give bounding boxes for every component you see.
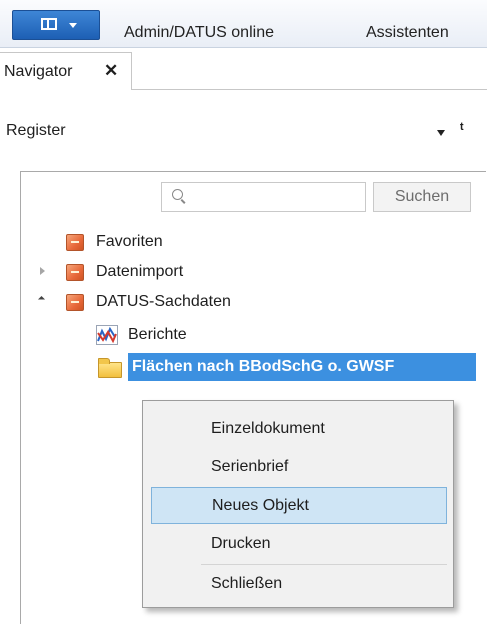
menu-item-neues-objekt[interactable]: Neues Objekt — [151, 487, 447, 524]
close-icon[interactable]: ✕ — [104, 61, 118, 81]
tree-item-label: Favoriten — [96, 233, 163, 250]
menu-item-label: Serienbrief — [211, 458, 289, 475]
menu-item-label: Neues Objekt — [212, 497, 309, 514]
tree-item-flaechen-selected[interactable]: Flächen nach BBodSchG o. GWSF — [128, 353, 476, 381]
context-menu: Einzeldokument Serienbrief Neues Objekt … — [142, 400, 454, 608]
tree-item-label: Datenimport — [96, 263, 184, 280]
tab-strip-divider — [131, 89, 487, 90]
app-menu-button[interactable] — [12, 10, 100, 40]
chevron-down-icon — [69, 23, 77, 28]
pin-icon[interactable]: ᵗ — [460, 121, 463, 139]
tree-item-label: Flächen nach BBodSchG o. GWSF — [132, 358, 395, 375]
app-menu-icon — [41, 18, 57, 30]
tree-item-label: DATUS-Sachdaten — [96, 293, 231, 310]
menu-separator — [201, 564, 447, 565]
tab-assistenten[interactable]: Assistenten — [366, 24, 449, 42]
tab-navigator-label: Navigator — [4, 63, 73, 80]
menu-item-einzeldokument[interactable]: Einzeldokument — [151, 411, 447, 448]
menu-item-label: Drucken — [211, 535, 271, 552]
tab-navigator[interactable]: Navigator ✕ — [0, 52, 132, 90]
menu-item-serienbrief[interactable]: Serienbrief — [151, 449, 447, 486]
pane-title: Register — [6, 122, 66, 139]
tree-item-berichte[interactable]: Berichte — [96, 322, 256, 348]
yellow-folder-icon — [98, 358, 122, 378]
report-icon — [96, 325, 118, 345]
search-button[interactable]: Suchen — [373, 182, 471, 212]
tree-item-label: Berichte — [128, 326, 187, 343]
orange-folder-icon — [66, 264, 84, 281]
ribbon-bar: Admin/DATUS online Assistenten — [0, 0, 487, 48]
expand-arrow-icon[interactable] — [40, 267, 45, 275]
orange-folder-icon — [66, 294, 84, 311]
tab-admin-datus-online[interactable]: Admin/DATUS online — [124, 24, 274, 42]
menu-item-label: Einzeldokument — [211, 420, 325, 437]
pane-menu-dropdown-icon[interactable] — [437, 130, 445, 136]
search-icon — [172, 189, 183, 200]
menu-item-schliessen[interactable]: Schließen — [151, 566, 447, 603]
menu-item-label: Schließen — [211, 575, 283, 592]
orange-folder-icon — [66, 234, 84, 251]
search-input[interactable] — [161, 182, 366, 212]
menu-item-drucken[interactable]: Drucken — [151, 526, 447, 563]
